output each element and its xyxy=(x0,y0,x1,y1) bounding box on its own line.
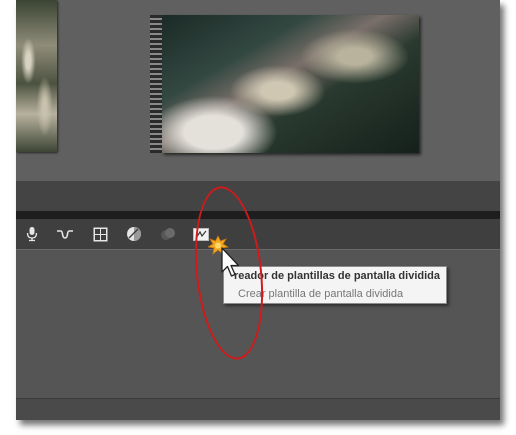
microphone-icon[interactable] xyxy=(23,225,41,243)
audio-waveform-icon[interactable] xyxy=(56,225,74,243)
tooltip-title: reador de plantillas de pantalla dividid… xyxy=(234,270,440,282)
clip-thumbnail-left[interactable] xyxy=(16,0,57,152)
filmstrip-edge xyxy=(150,15,162,153)
disabled-effect-icon xyxy=(159,225,177,243)
timeline-footer-bar xyxy=(16,399,500,420)
clip-thumbnail-main[interactable] xyxy=(162,15,419,153)
grid-layout-icon[interactable] xyxy=(91,225,109,243)
preview-area xyxy=(16,0,500,181)
app-window: reador de plantillas de pantalla dividid… xyxy=(16,0,500,420)
mouse-cursor-icon xyxy=(208,235,240,277)
timeline-header-bar xyxy=(16,181,500,211)
color-correction-icon[interactable] xyxy=(125,225,143,243)
timeline-toolbar xyxy=(16,219,500,249)
toolbar-divider xyxy=(16,211,500,219)
